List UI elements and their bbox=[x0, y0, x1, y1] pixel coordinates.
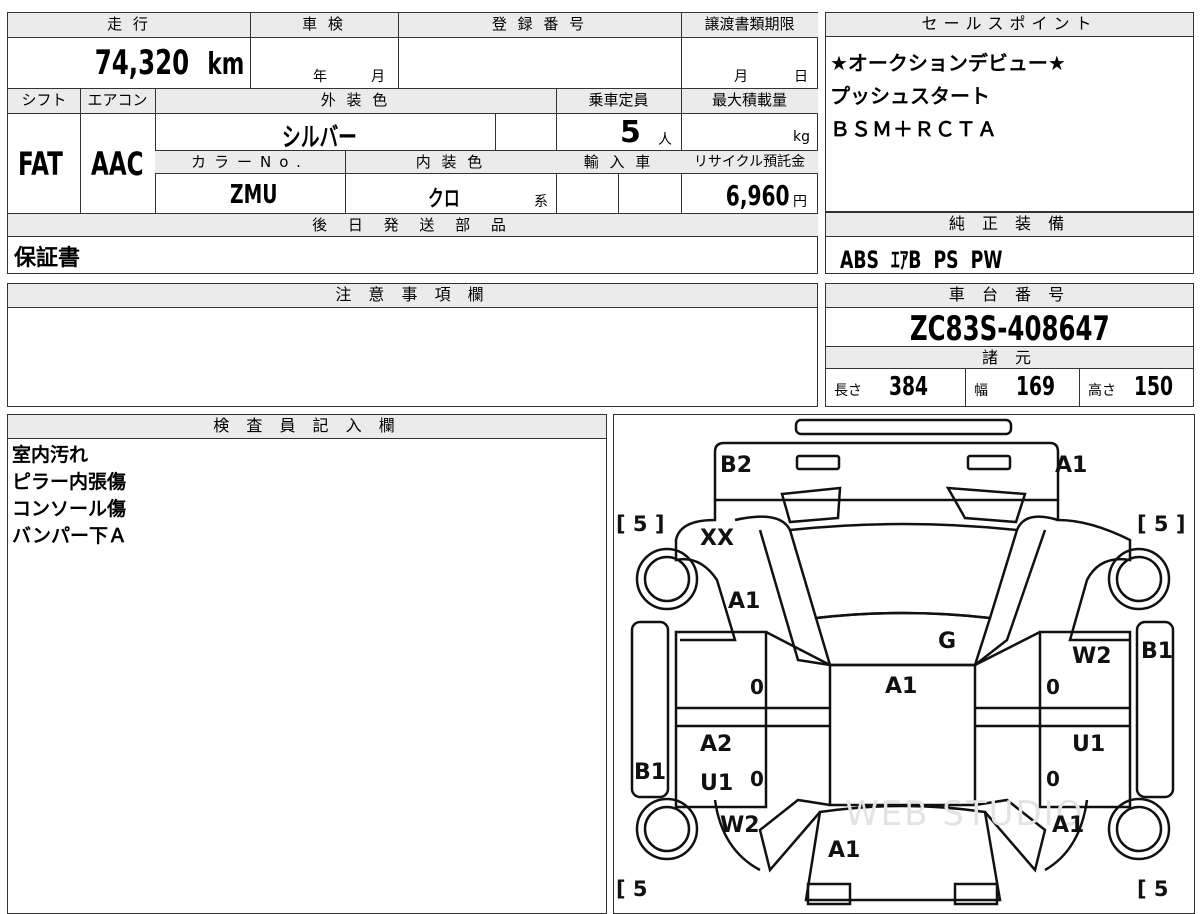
mileage-header: 走 行 bbox=[8, 13, 250, 37]
inspector-note: バンパー下Ａ bbox=[12, 525, 127, 547]
damage-mark: W2 bbox=[720, 813, 760, 838]
shaken-month: 月 bbox=[371, 69, 385, 85]
damage-mark: A1 bbox=[1055, 453, 1087, 478]
aircon-value: AAC bbox=[91, 145, 144, 183]
equipment-item: PS bbox=[933, 246, 959, 274]
damage-mark: A1 bbox=[828, 838, 860, 863]
transfer-month: 月 bbox=[734, 69, 748, 85]
chassis-header: 車 台 番 号 bbox=[826, 284, 1193, 308]
car-diagram: WEB STUDIO 0 0 0 0 B2 A1 XX A1 G A1 W2 B… bbox=[616, 418, 1185, 905]
exterior-color-header: 外 装 色 bbox=[155, 89, 556, 113]
tire-mark-rr: [ 5 ] bbox=[1137, 512, 1185, 536]
tire-mark-rl: [ 5 ] bbox=[616, 512, 664, 536]
vehicle-info-table: 走 行 車 検 登 録 番 号 譲渡書類期限 74,320 km 年 月 月 日 … bbox=[7, 12, 818, 274]
spec-height-label: 高さ bbox=[1088, 383, 1116, 399]
sales-point-2: プッシュスタート bbox=[830, 84, 990, 108]
shaken-year: 年 bbox=[313, 69, 327, 85]
registration-header: 登 録 番 号 bbox=[398, 13, 681, 37]
damage-mark: U1 bbox=[1072, 732, 1105, 757]
recycle-fee-header: リサイクル預託金 bbox=[681, 151, 818, 173]
sales-point-1: ★オークションデビュー★ bbox=[830, 51, 1066, 75]
shift-header: シフト bbox=[8, 89, 80, 113]
capacity-value: 5 bbox=[620, 115, 641, 150]
damage-mark: A1 bbox=[728, 589, 760, 614]
damage-mark: XX bbox=[700, 526, 734, 551]
door-mark-zero: 0 bbox=[750, 767, 764, 791]
spec-length-label: 長さ bbox=[834, 383, 862, 399]
inspector-panel: 検 査 員 記 入 欄 室内汚れ ピラー内張傷 コンソール傷 バンパー下Ａ bbox=[7, 414, 607, 914]
damage-mark: B1 bbox=[1141, 639, 1173, 664]
damage-mark: A1 bbox=[885, 674, 917, 699]
standard-equipment-header: 純 正 装 備 bbox=[826, 213, 1193, 237]
transfer-day: 日 bbox=[794, 69, 808, 85]
door-mark-zero: 0 bbox=[1046, 767, 1060, 791]
shaken-header: 車 検 bbox=[250, 13, 398, 37]
damage-mark: U1 bbox=[700, 771, 733, 796]
inspector-note: コンソール傷 bbox=[12, 498, 127, 520]
spec-height-value: 150 bbox=[1134, 372, 1174, 402]
transfer-deadline-header: 譲渡書類期限 bbox=[681, 13, 818, 37]
import-header: 輸 入 車 bbox=[556, 151, 681, 173]
sales-points-header: セールスポイント bbox=[826, 13, 1193, 37]
inspector-note: 室内汚れ bbox=[12, 444, 89, 466]
damage-mark: G bbox=[938, 629, 956, 654]
spec-width-value: 169 bbox=[1016, 372, 1056, 402]
damage-mark: W2 bbox=[1072, 644, 1112, 669]
sales-point-3: ＢＳＭ＋ＲＣＴＡ bbox=[830, 117, 998, 141]
exterior-color-value: シルバー bbox=[282, 123, 357, 153]
later-parts-header: 後 日 発 送 部 品 bbox=[8, 214, 818, 236]
damage-mark: A1 bbox=[1052, 813, 1084, 838]
damage-mark: B1 bbox=[634, 760, 666, 785]
door-mark-zero: 0 bbox=[1046, 675, 1060, 699]
standard-equipment-list: ABS ｴｱB PS PW bbox=[840, 240, 1066, 275]
door-mark-zero: 0 bbox=[750, 675, 764, 699]
shift-value: FAT bbox=[18, 145, 63, 183]
damage-diagram-panel: WEB STUDIO 0 0 0 0 B2 A1 XX A1 G A1 W2 B… bbox=[613, 414, 1195, 914]
damage-mark: B2 bbox=[720, 453, 752, 478]
damage-mark: A2 bbox=[700, 732, 732, 757]
spec-width-label: 幅 bbox=[974, 383, 988, 399]
notes-panel: 注 意 事 項 欄 bbox=[7, 283, 818, 407]
later-parts-value: 保証書 bbox=[14, 246, 81, 271]
interior-color-header: 内 装 色 bbox=[345, 151, 556, 173]
max-load-header: 最大積載量 bbox=[681, 89, 818, 113]
inspector-header: 検 査 員 記 入 欄 bbox=[8, 415, 606, 439]
notes-header: 注 意 事 項 欄 bbox=[8, 284, 817, 308]
equipment-item: ｴｱB bbox=[891, 246, 922, 274]
color-no-header: カラーNo. bbox=[155, 151, 345, 173]
standard-equipment-panel: 純 正 装 備 ABS ｴｱB PS PW bbox=[825, 212, 1194, 274]
watermark-text: WEB STUDIO bbox=[845, 794, 1084, 834]
aircon-header: エアコン bbox=[80, 89, 155, 113]
specs-header: 諸 元 bbox=[826, 347, 1193, 369]
interior-color-value: クロ bbox=[428, 187, 460, 212]
interior-suffix: 系 bbox=[534, 194, 548, 210]
color-no-value: ZMU bbox=[230, 180, 278, 210]
capacity-unit: 人 bbox=[658, 132, 672, 148]
capacity-header: 乗車定員 bbox=[556, 89, 681, 113]
chassis-panel: 車 台 番 号 ZC83S-408647 諸 元 長さ 384 幅 169 高さ… bbox=[825, 283, 1194, 407]
equipment-item: PW bbox=[970, 246, 1003, 274]
recycle-unit: 円 bbox=[793, 194, 807, 210]
inspector-note: ピラー内張傷 bbox=[12, 471, 127, 493]
spec-length-value: 384 bbox=[889, 372, 929, 402]
sales-points-panel: セールスポイント ★オークションデビュー★ プッシュスタート ＢＳＭ＋ＲＣＴＡ bbox=[825, 12, 1194, 212]
chassis-value: ZC83S-408647 bbox=[909, 309, 1110, 349]
mileage-value: 74,320 km bbox=[94, 43, 244, 83]
tire-mark-fr: [ 5 bbox=[1137, 877, 1169, 901]
recycle-fee-value: 6,960 bbox=[726, 179, 790, 212]
max-load-unit: kg bbox=[793, 129, 810, 145]
tire-mark-fl: [ 5 bbox=[616, 877, 648, 901]
equipment-item: ABS bbox=[840, 246, 879, 274]
